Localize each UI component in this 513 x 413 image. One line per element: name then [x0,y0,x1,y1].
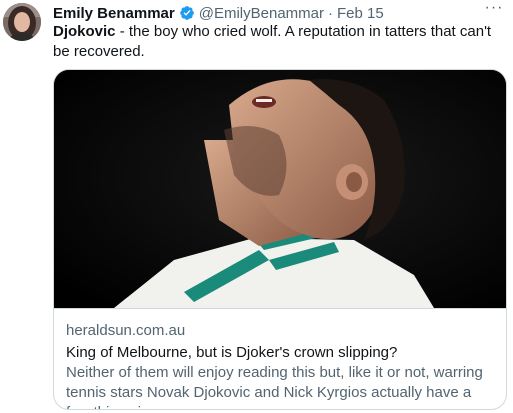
author-name[interactable]: Emily Benammar [53,5,175,22]
tweet-text-bold: Djokovic [53,23,116,40]
tweet-text: Djokovic - the boy who cried wolf. A rep… [53,22,493,62]
card-photo [54,70,506,308]
author-handle[interactable]: @EmilyBenammar [199,5,324,22]
card-body[interactable]: heraldsun.com.au King of Melbourne, but … [54,308,506,409]
card-title: King of Melbourne, but is Djoker's crown… [66,344,398,361]
card-domain: heraldsun.com.au [66,322,186,339]
tweet-header: Emily Benammar @EmilyBenammar · Feb 15 [53,3,503,23]
tweet-text-rest: - the boy who cried wolf. A reputation i… [53,23,492,60]
link-card[interactable]: heraldsun.com.au King of Melbourne, but … [53,69,507,410]
author-avatar[interactable] [3,3,41,41]
tweet-date[interactable]: Feb 15 [337,5,384,22]
header-separator: · [328,4,333,22]
verified-badge-icon [179,5,195,21]
card-image[interactable] [54,70,506,308]
card-description: Neither of them will enjoy reading this … [66,364,483,409]
avatar-photo [3,3,41,41]
more-options-icon[interactable]: ··· [483,0,505,19]
